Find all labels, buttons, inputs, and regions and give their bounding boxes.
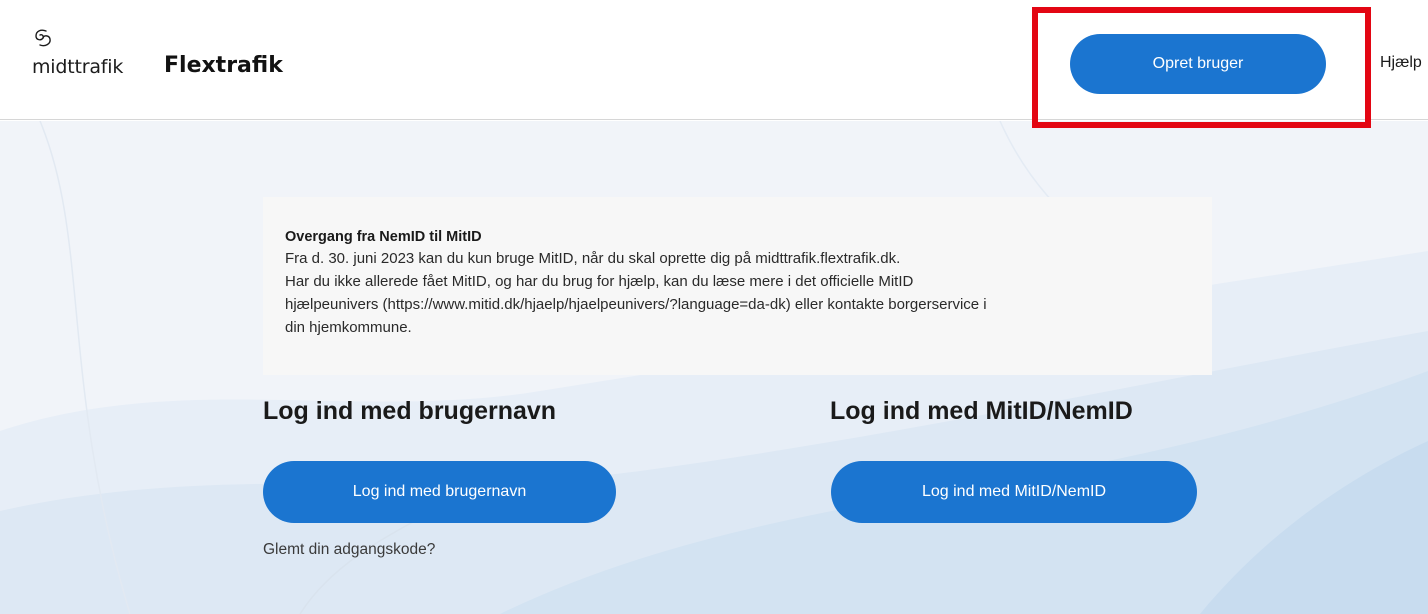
notice-line: din hjemkommune. [285,319,412,336]
midttrafik-logo[interactable]: midttrafik [32,28,150,80]
create-user-button[interactable]: Opret bruger [1070,34,1326,94]
mitid-login-heading: Log ind med MitID/NemID [830,397,1133,425]
help-link[interactable]: Hjælp [1380,54,1422,72]
login-mitid-button[interactable]: Log ind med MitID/NemID [831,461,1197,523]
logo-text: midttrafik [32,56,124,78]
notice-line: hjælpeunivers (https://www.mitid.dk/hjae… [285,296,987,313]
main-content: Overgang fra NemID til MitID Fra d. 30. … [0,121,1428,614]
login-username-button[interactable]: Log ind med brugernavn [263,461,616,523]
site-header: midttrafik Flextrafik Opret bruger Hjælp [0,0,1428,128]
app-title: Flextrafik [164,53,283,78]
notice-line: Har du ikke allerede fået MitID, og har … [285,273,914,290]
notice-title: Overgang fra NemID til MitID [285,229,482,245]
page: midttrafik Flextrafik Opret bruger Hjælp… [0,0,1428,614]
notice-line: Fra d. 30. juni 2023 kan du kun bruge Mi… [285,250,901,267]
nemid-mitid-notice: Overgang fra NemID til MitID Fra d. 30. … [263,197,1212,375]
midttrafik-swirl-icon [35,29,51,47]
forgot-password-link[interactable]: Glemt din adgangskode? [263,541,435,559]
username-login-heading: Log ind med brugernavn [263,397,557,425]
